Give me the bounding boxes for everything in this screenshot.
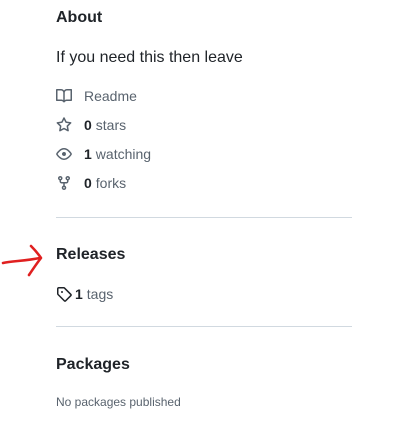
stars-link[interactable]: 0 stars xyxy=(56,115,126,135)
tag-icon xyxy=(56,286,72,302)
about-heading: About xyxy=(56,9,103,26)
tags-link[interactable]: 1 tags xyxy=(56,284,113,304)
stars-count: 0 xyxy=(84,117,92,133)
readme-label: Readme xyxy=(84,88,137,104)
eye-icon xyxy=(56,146,72,162)
star-icon xyxy=(56,117,72,133)
forks-link[interactable]: 0 forks xyxy=(56,173,126,193)
packages-heading[interactable]: Packages xyxy=(56,355,130,375)
readme-link[interactable]: Readme xyxy=(56,86,137,106)
forks-count: 0 xyxy=(84,175,92,191)
book-icon xyxy=(56,88,72,104)
red-arrow-annotation xyxy=(0,242,46,283)
watching-label: watching xyxy=(95,146,152,162)
repo-description: If you need this then leave xyxy=(56,49,243,66)
tags-count: 1 xyxy=(75,286,83,302)
repo-forked-icon xyxy=(56,175,72,191)
watchers-link[interactable]: 1 watching xyxy=(56,144,151,164)
releases-heading[interactable]: Releases xyxy=(56,245,125,265)
section-divider xyxy=(56,217,352,218)
forks-label: forks xyxy=(95,175,127,191)
section-divider xyxy=(56,326,352,327)
stars-label: stars xyxy=(95,117,127,133)
watching-count: 1 xyxy=(84,146,92,162)
tags-label: tags xyxy=(86,286,114,302)
no-packages-text: No packages published xyxy=(56,395,181,409)
repo-sidebar: About If you need this then leave Readme… xyxy=(0,0,393,438)
